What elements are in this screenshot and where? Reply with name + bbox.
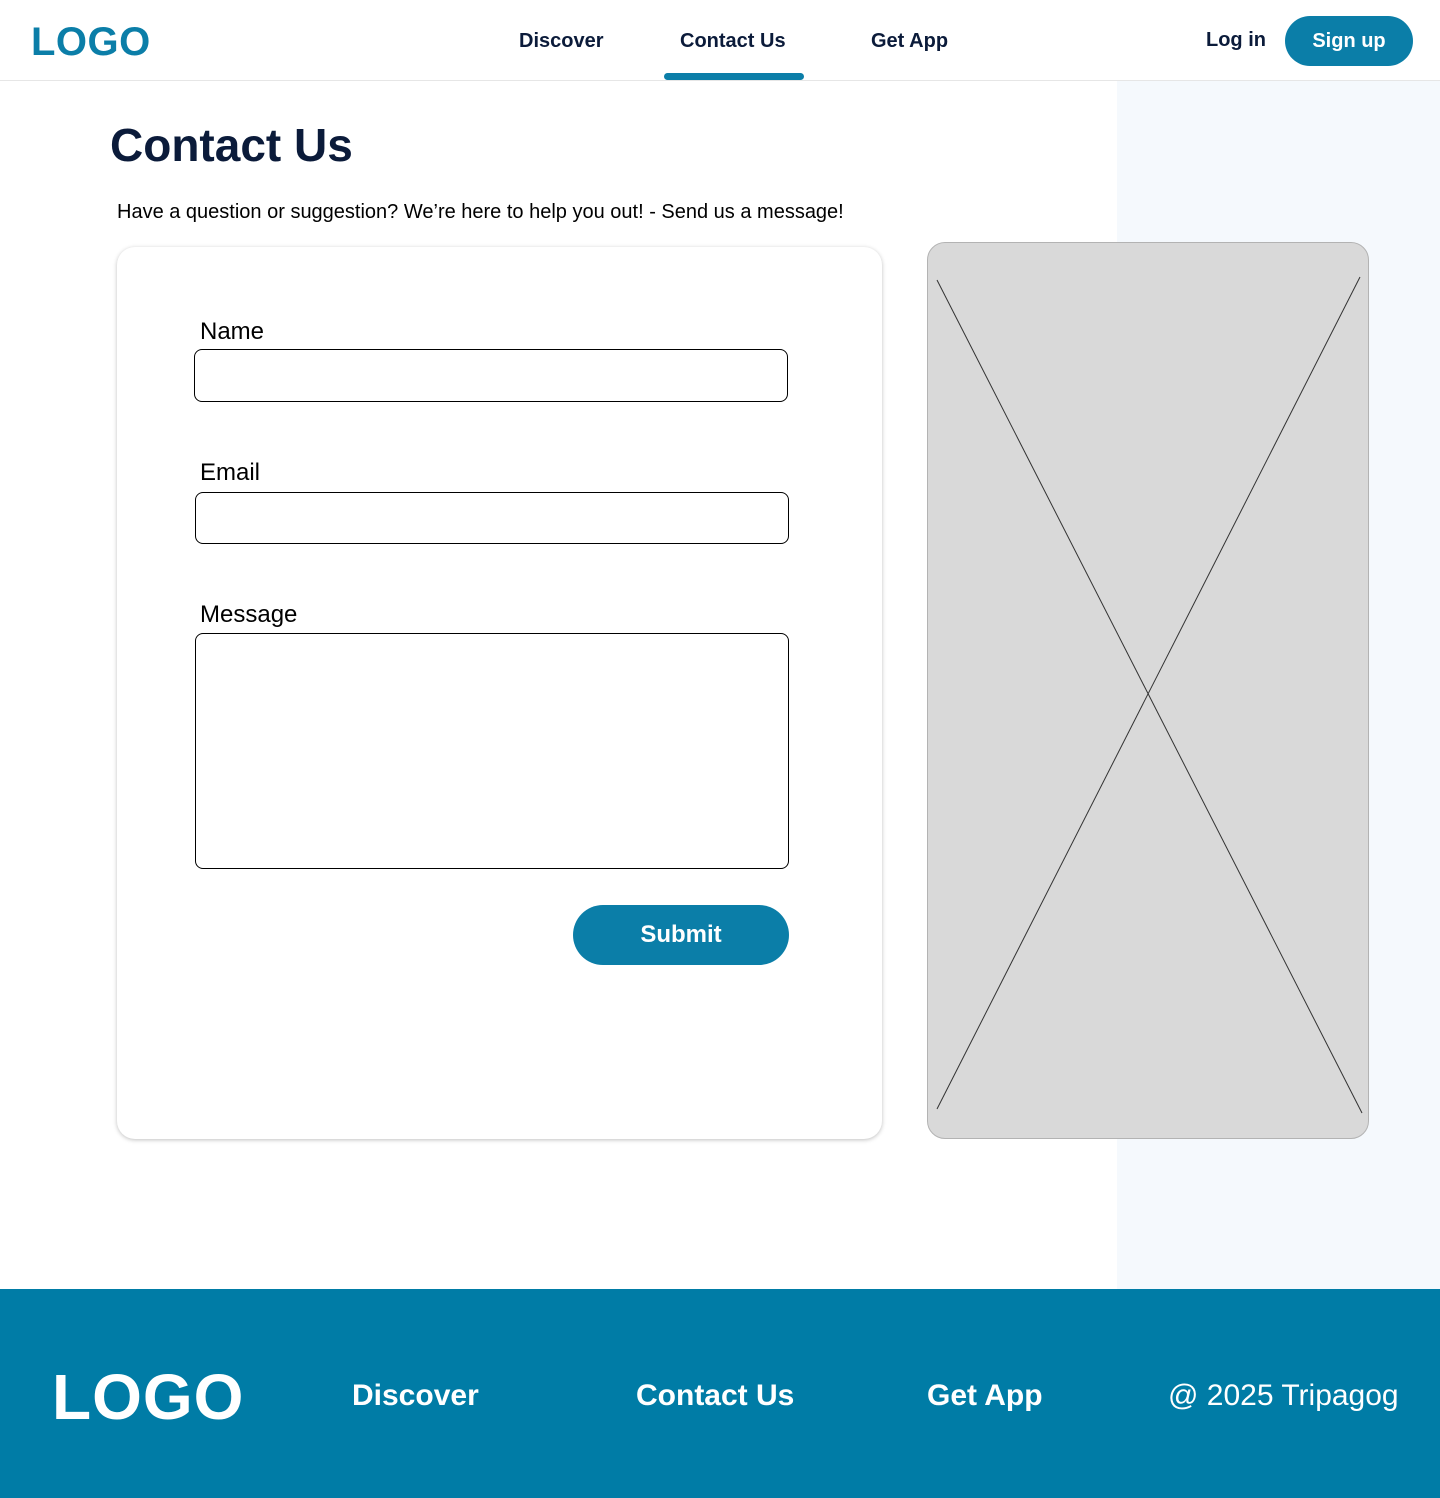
email-field[interactable] (195, 492, 789, 544)
active-nav-indicator (664, 73, 804, 80)
email-label: Email (200, 459, 261, 486)
image-placeholder (927, 242, 1369, 1139)
message-label: Message (200, 601, 298, 628)
footer: LOGO Discover Contact Us Get App @ 2025 … (0, 1289, 1440, 1498)
page-subtitle: Have a question or suggestion? We’re her… (117, 201, 844, 223)
image-placeholder-icon (936, 276, 1363, 1114)
footer-link-discover[interactable]: Discover (352, 1379, 479, 1413)
page-title: Contact Us (110, 119, 353, 171)
message-field[interactable] (195, 633, 789, 869)
footer-link-get-app[interactable]: Get App (927, 1379, 1043, 1413)
footer-copyright: @ 2025 Tripagog (1168, 1379, 1399, 1412)
contact-form: Name Email Message Submit (117, 247, 882, 1139)
nav-discover[interactable]: Discover (519, 29, 604, 53)
nav-get-app[interactable]: Get App (871, 29, 948, 53)
login-link[interactable]: Log in (1206, 28, 1266, 52)
submit-button[interactable]: Submit (573, 905, 789, 965)
top-navigation-bar: LOGO Discover Contact Us Get App Log in … (0, 0, 1440, 81)
name-field[interactable] (194, 349, 788, 402)
nav-contact-us[interactable]: Contact Us (680, 29, 786, 53)
footer-logo[interactable]: LOGO (52, 1363, 244, 1431)
signup-button[interactable]: Sign up (1285, 16, 1413, 66)
logo[interactable]: LOGO (31, 20, 151, 64)
footer-link-contact-us[interactable]: Contact Us (636, 1379, 794, 1413)
name-label: Name (200, 318, 265, 345)
